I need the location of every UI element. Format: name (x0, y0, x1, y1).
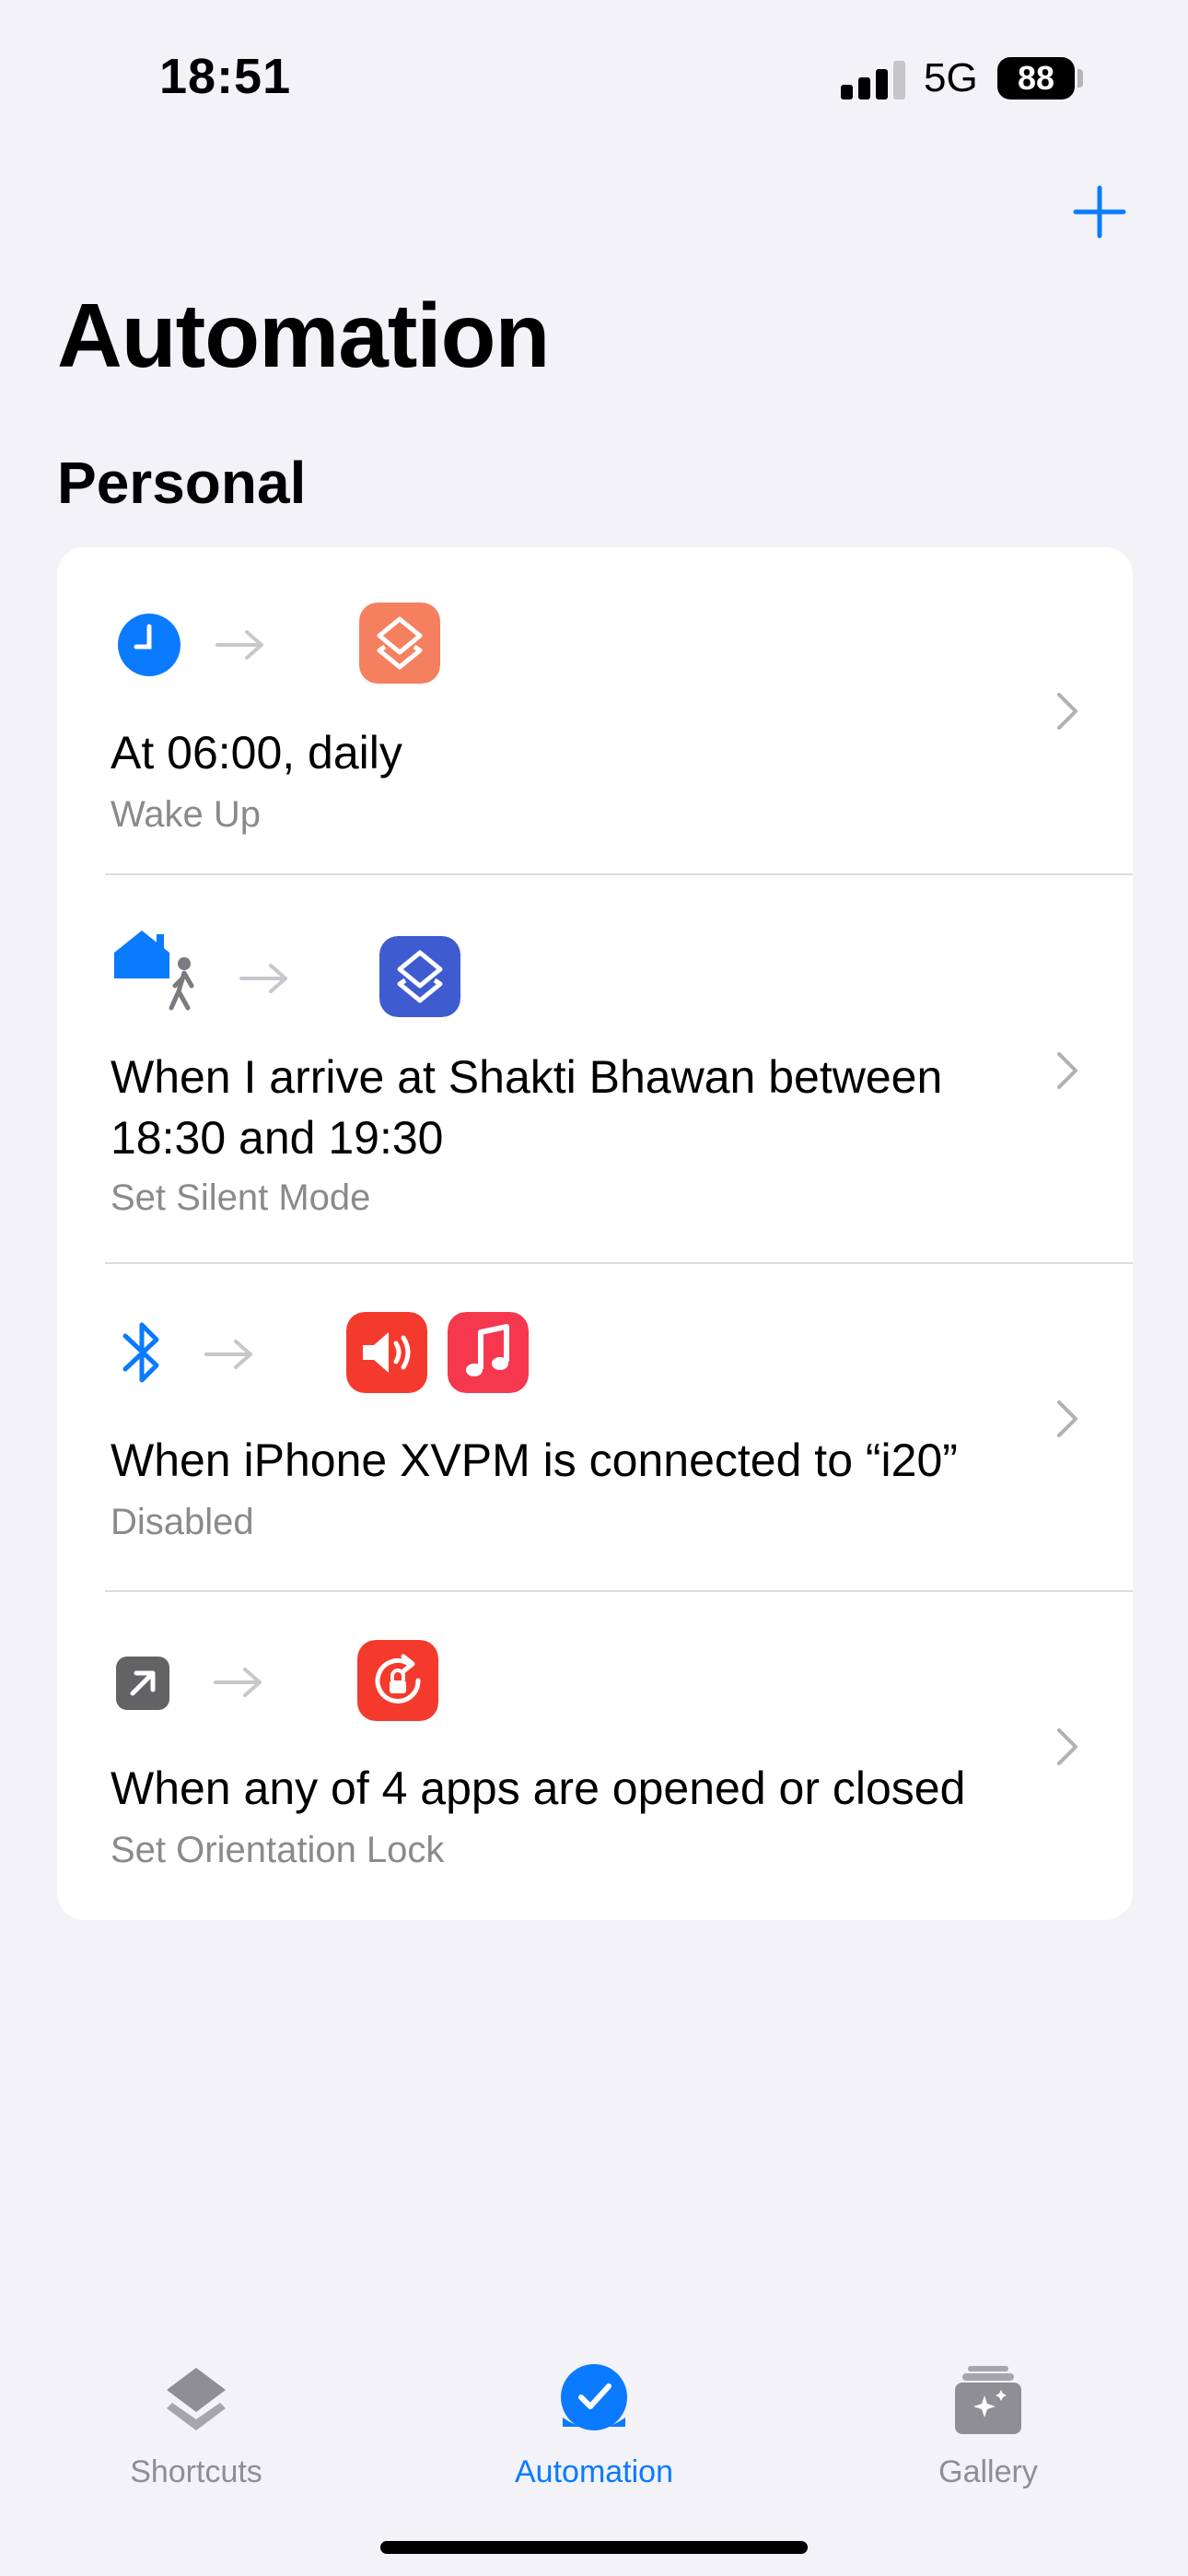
status-bar: 18:51 5G 88 (0, 0, 1188, 157)
battery-level: 88 (1017, 59, 1055, 97)
automation-row-arrive[interactable]: When I arrive at Shakti Bhawan between 1… (57, 875, 1133, 1264)
automation-title: When any of 4 apps are opened or closed (111, 1762, 966, 1814)
network-type: 5G (924, 55, 978, 100)
automation-row-app-opened[interactable]: When any of 4 apps are opened or closed … (57, 1592, 1133, 1920)
chevron-right-icon (1057, 1400, 1077, 1437)
tab-bar: Shortcuts Automation Gallery (0, 2322, 1188, 2576)
automation-subtitle: Set Orientation Lock (111, 1830, 445, 1870)
tab-automation[interactable]: Automation (474, 2322, 714, 2489)
orientation-lock-icon (357, 1640, 438, 1721)
chevron-right-icon (1057, 1728, 1077, 1765)
section-title: Personal (57, 450, 307, 516)
tab-label: Shortcuts (130, 2454, 262, 2489)
arrow-right-icon (239, 964, 287, 993)
shortcuts-app-icon (379, 936, 460, 1017)
music-app-icon (448, 1312, 529, 1393)
automation-title: At 06:00, daily (111, 727, 402, 779)
battery-cap (1077, 69, 1083, 88)
bluetooth-icon (122, 1322, 159, 1383)
page-title: Automation (57, 285, 550, 386)
clock-icon (118, 614, 181, 676)
tab-gallery[interactable]: Gallery (868, 2322, 1108, 2489)
home-indicator (380, 2541, 808, 2554)
chevron-right-icon (1057, 1052, 1077, 1089)
chevron-right-icon (1057, 693, 1077, 730)
battery-icon: 88 (997, 57, 1075, 100)
automation-title: When iPhone XVPM is connected to “i20” (111, 1434, 958, 1486)
tab-shortcuts[interactable]: Shortcuts (76, 2322, 316, 2489)
arrow-right-icon (204, 1340, 252, 1369)
automation-list: At 06:00, daily Wake Up When I arrive at… (57, 547, 1133, 1920)
shortcuts-app-icon (359, 603, 440, 684)
plus-icon[interactable] (1070, 182, 1129, 241)
tab-label: Gallery (938, 2454, 1038, 2489)
arrow-right-icon (215, 630, 263, 660)
automation-subtitle: Set Silent Mode (111, 1177, 371, 1218)
app-open-icon (116, 1657, 169, 1710)
automation-subtitle: Disabled (111, 1502, 254, 1542)
tab-label: Automation (515, 2454, 673, 2489)
automation-row-bluetooth[interactable]: When iPhone XVPM is connected to “i20” D… (57, 1264, 1133, 1592)
automation-subtitle: Wake Up (111, 794, 262, 835)
home-arrive-icon (114, 931, 194, 1011)
automation-row-wake-up[interactable]: At 06:00, daily Wake Up (57, 547, 1133, 875)
automation-title: When I arrive at Shakti Bhawan between 1… (111, 1051, 943, 1164)
gallery-tab-icon (955, 2366, 1021, 2434)
arrow-right-icon (214, 1668, 262, 1697)
automation-tab-icon (561, 2364, 627, 2430)
volume-app-icon (346, 1312, 427, 1393)
shortcuts-tab-icon (167, 2368, 226, 2430)
cellular-signal-icon (841, 61, 905, 100)
status-time: 18:51 (159, 49, 292, 104)
